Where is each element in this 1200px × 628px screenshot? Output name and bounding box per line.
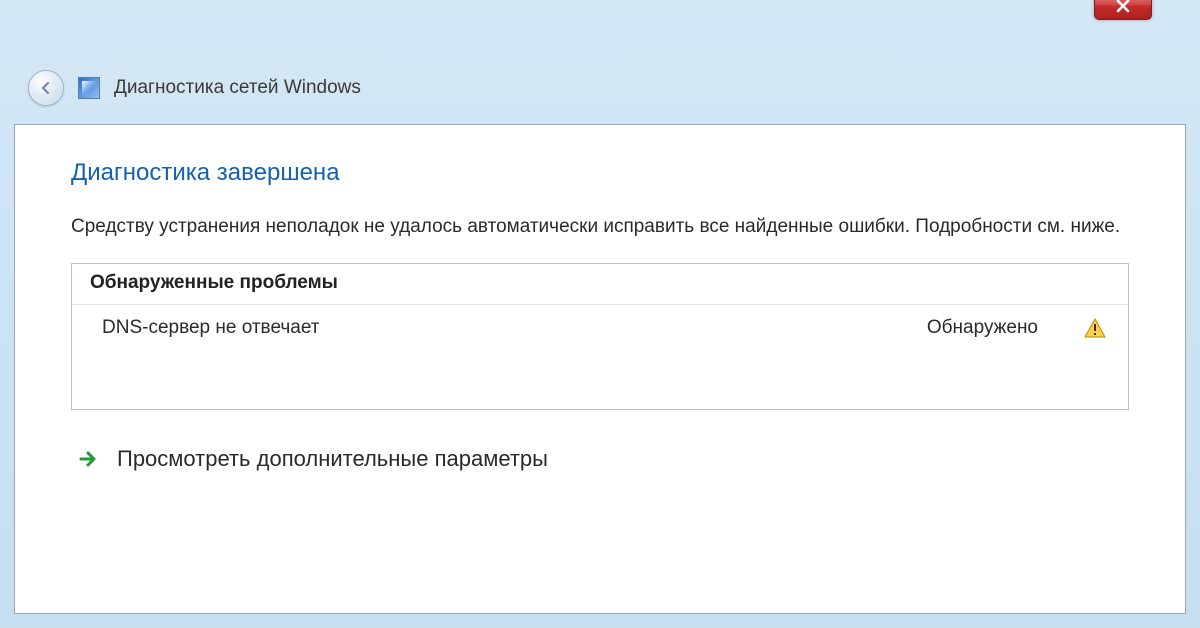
problem-row[interactable]: DNS-сервер не отвечает Обнаружено [72,305,1128,409]
heading: Диагностика завершена [71,159,1129,187]
close-button[interactable] [1094,0,1152,20]
problems-header: Обнаруженные проблемы [72,264,1128,305]
network-diagnostics-icon [78,77,100,99]
dialog-body: Диагностика завершена Средству устранени… [14,124,1186,614]
problems-box: Обнаруженные проблемы DNS-сервер не отве… [71,263,1129,410]
arrow-left-icon [37,79,55,97]
problem-status: Обнаружено [927,317,1038,339]
back-button[interactable] [28,70,64,106]
problem-name: DNS-сервер не отвечает [102,317,927,339]
wizard-header: Диагностика сетей Windows [0,0,1200,124]
warning-icon [1084,318,1106,338]
view-additional-options-link[interactable]: Просмотреть дополнительные параметры [71,446,1129,472]
arrow-right-icon [77,448,99,470]
close-icon [1115,0,1131,13]
description: Средству устранения неполадок не удалось… [71,213,1129,241]
link-text: Просмотреть дополнительные параметры [117,446,548,472]
wizard-title: Диагностика сетей Windows [114,77,361,99]
